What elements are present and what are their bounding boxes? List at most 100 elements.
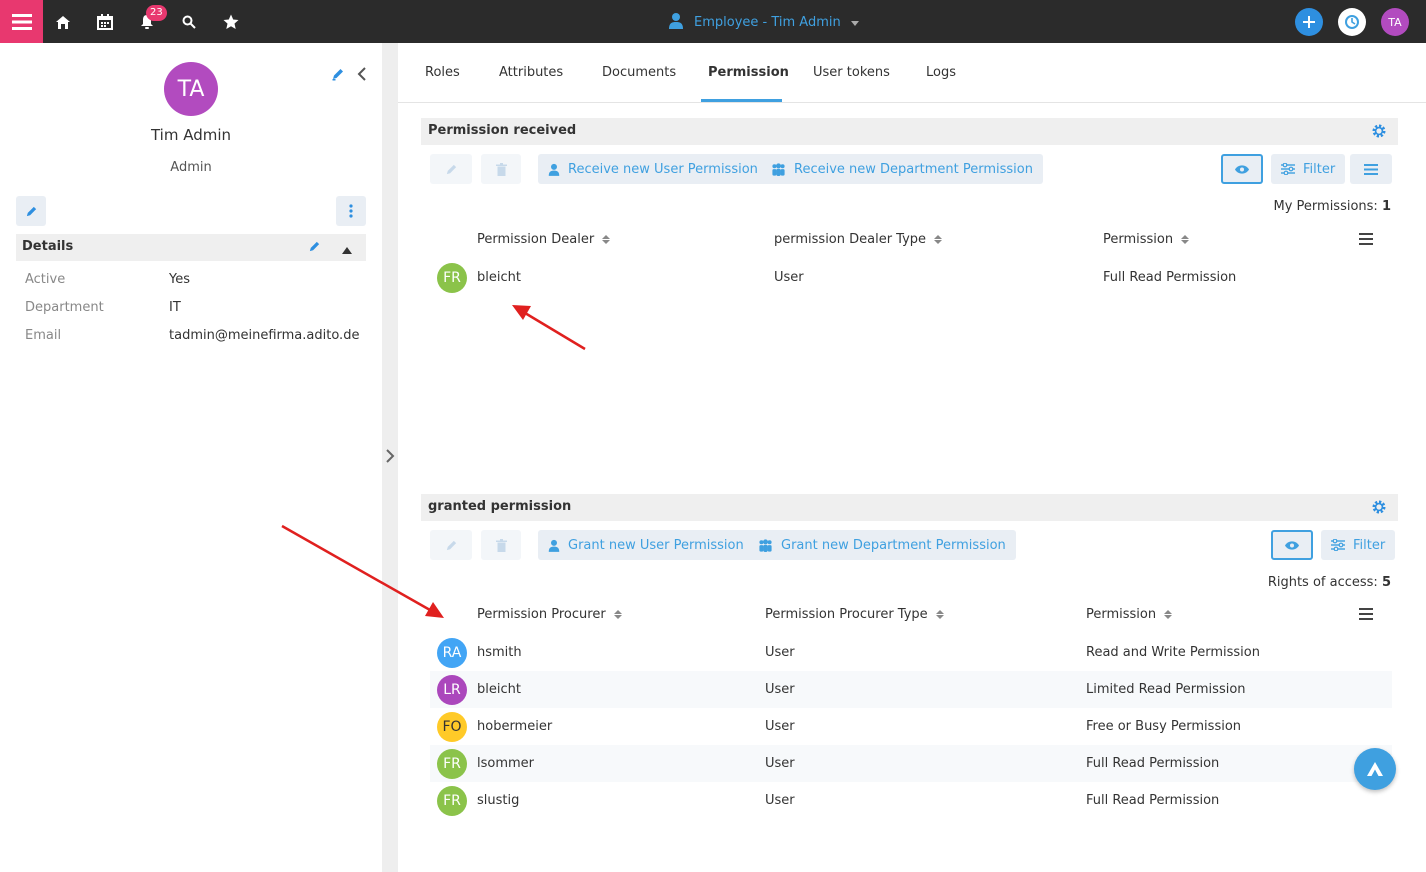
table-row[interactable]: FR slustig User Full Read Permission	[430, 782, 1392, 819]
column-label: Permission	[1086, 607, 1157, 622]
edit-icon	[446, 164, 456, 174]
history-button[interactable]	[1338, 8, 1366, 36]
button-label: Grant new User Permission	[568, 537, 744, 553]
sliders-icon	[1281, 163, 1295, 175]
filter-button[interactable]: Filter	[1271, 154, 1346, 184]
user-icon	[548, 163, 560, 176]
more-options-button[interactable]	[336, 196, 366, 226]
receive-department-permission-button[interactable]: Receive new Department Permission	[761, 154, 1043, 184]
tab-documents[interactable]: Documents	[602, 65, 676, 80]
button-label: Receive new User Permission	[568, 161, 758, 177]
edit-icon	[446, 540, 456, 550]
procurer-name: hsmith	[477, 645, 522, 660]
assistant-button[interactable]	[1354, 748, 1396, 790]
profile-avatar: TA	[164, 62, 218, 116]
tab-bar: Roles Attributes Documents Permission Us…	[398, 43, 1426, 103]
table-row[interactable]: RA hsmith User Read and Write Permission	[430, 634, 1392, 671]
edit-icon[interactable]	[308, 240, 321, 257]
column-header-procurer-type[interactable]: Permission Procurer Type	[765, 607, 944, 622]
context-title: Employee - Tim Admin	[694, 14, 841, 30]
delete-button[interactable]	[481, 530, 521, 560]
details-header[interactable]: Details	[16, 234, 366, 261]
permission-level: Full Read Permission	[1086, 756, 1220, 771]
table-row[interactable]: LR bleicht User Limited Read Permission	[430, 671, 1392, 708]
edit-icon[interactable]	[328, 64, 348, 84]
assistant-logo-icon	[1367, 762, 1383, 776]
grant-user-permission-button[interactable]: Grant new User Permission	[538, 530, 754, 560]
notification-badge: 23	[146, 5, 167, 21]
detail-value: Yes	[169, 272, 190, 287]
calendar-icon[interactable]	[95, 12, 115, 32]
context-title-dropdown[interactable]: Employee - Tim Admin	[668, 12, 859, 32]
tab-logs[interactable]: Logs	[926, 65, 956, 80]
user-icon	[668, 12, 684, 33]
user-avatar[interactable]: TA	[1381, 8, 1409, 36]
top-bar: 23 Employee - Tim Admin TA	[0, 0, 1426, 43]
plus-icon	[1303, 16, 1315, 28]
view-toggle-button[interactable]	[1271, 530, 1313, 560]
expand-right-icon	[386, 449, 395, 463]
table-row[interactable]: FO hobermeier User Free or Busy Permissi…	[430, 708, 1392, 745]
users-icon	[759, 538, 772, 552]
button-label: Filter	[1303, 161, 1336, 177]
search-icon[interactable]	[179, 12, 199, 32]
history-icon	[1345, 15, 1359, 29]
edit-profile-button[interactable]	[16, 196, 46, 226]
column-label: Permission Dealer	[477, 232, 595, 247]
tab-attributes[interactable]: Attributes	[499, 65, 563, 80]
star-icon[interactable]	[221, 12, 241, 32]
permission-level: Full Read Permission	[1103, 270, 1237, 285]
count-label: My Permissions:	[1273, 199, 1378, 214]
gear-icon[interactable]	[1372, 124, 1386, 142]
list-view-button[interactable]	[1350, 154, 1392, 184]
filter-button[interactable]: Filter	[1321, 530, 1396, 560]
column-header-dealer-type[interactable]: permission Dealer Type	[774, 232, 943, 247]
edit-button[interactable]	[430, 530, 472, 560]
dealer-name: bleicht	[477, 270, 521, 285]
sort-icon	[1181, 235, 1190, 244]
button-label: Grant new Department Permission	[781, 537, 1006, 553]
edit-button[interactable]	[430, 154, 472, 184]
menu-icon[interactable]	[0, 0, 43, 43]
grant-department-permission-button[interactable]: Grant new Department Permission	[748, 530, 1016, 560]
caret-down-icon	[850, 15, 859, 30]
column-header-permission-procurer[interactable]: Permission Procurer	[477, 607, 622, 622]
table-row[interactable]: FR lsommer User Full Read Permission	[430, 745, 1392, 782]
panel-divider[interactable]	[382, 43, 398, 872]
home-icon[interactable]	[53, 12, 73, 32]
count-value: 1	[1381, 199, 1391, 214]
receive-user-permission-button[interactable]: Receive new User Permission	[538, 154, 768, 184]
permission-level: Read and Write Permission	[1086, 645, 1260, 660]
sliders-icon	[1331, 539, 1345, 551]
eye-icon	[1235, 164, 1249, 174]
eye-icon	[1285, 540, 1299, 550]
delete-button[interactable]	[481, 154, 521, 184]
permission-level: Limited Read Permission	[1086, 682, 1246, 697]
procurer-name: slustig	[477, 793, 520, 808]
column-menu-icon[interactable]	[1359, 233, 1373, 245]
granted-permission-header: granted permission	[421, 494, 1398, 521]
tab-permission[interactable]: Permission	[708, 65, 789, 80]
add-button[interactable]	[1295, 8, 1323, 36]
view-toggle-button[interactable]	[1221, 154, 1263, 184]
trash-icon	[495, 538, 507, 552]
gear-icon[interactable]	[1372, 500, 1386, 518]
section-title: granted permission	[428, 499, 572, 514]
column-header-permission[interactable]: Permission	[1086, 607, 1173, 622]
detail-label: Active	[25, 272, 66, 287]
table-row[interactable]: FR bleicht User Full Read Permission	[430, 259, 1392, 296]
collapse-left-icon[interactable]	[352, 64, 372, 84]
details-title: Details	[22, 239, 74, 254]
collapse-up-icon[interactable]	[342, 243, 352, 258]
procurer-type: User	[765, 682, 795, 697]
detail-label: Department	[25, 300, 104, 315]
column-label: Permission Procurer Type	[765, 607, 928, 622]
column-menu-icon[interactable]	[1359, 608, 1373, 620]
rights-count: Rights of access: 5	[1268, 575, 1391, 590]
count-value: 5	[1381, 575, 1391, 590]
tab-user-tokens[interactable]: User tokens	[813, 65, 890, 80]
tab-roles[interactable]: Roles	[425, 65, 460, 80]
column-header-permission[interactable]: Permission	[1103, 232, 1190, 247]
column-header-permission-dealer[interactable]: Permission Dealer	[477, 232, 611, 247]
permission-level: Free or Busy Permission	[1086, 719, 1242, 734]
